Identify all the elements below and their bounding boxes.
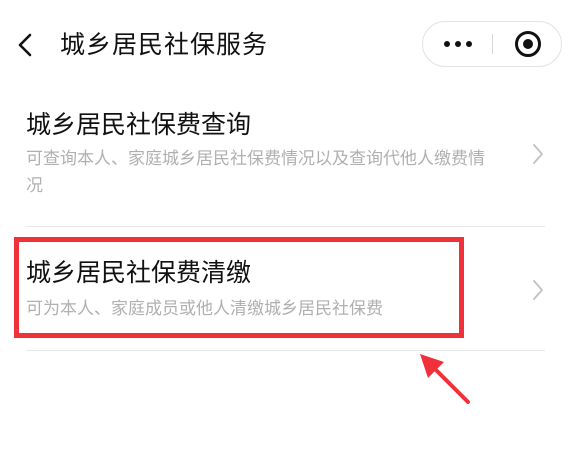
item-description: 可查询本人、家庭城乡居民社保费情况以及查询代他人缴费情况 — [26, 149, 485, 196]
target-circle-center — [523, 39, 533, 49]
chevron-right-icon — [531, 278, 545, 302]
arrow-annotation-icon — [420, 354, 470, 404]
more-dots-icon — [466, 41, 472, 47]
capsule-menu — [422, 21, 562, 67]
more-dots-icon — [444, 41, 450, 47]
more-dots-icon — [455, 41, 461, 47]
highlight-box — [14, 237, 464, 338]
chevron-right-icon — [531, 142, 545, 166]
list-divider — [26, 226, 545, 227]
page: 城乡居民社保服务 城乡居民社保费查询 可查询本人、家庭城乡居民社保费情况以及查询… — [0, 0, 579, 460]
item-title: 城乡居民社保费查询 — [26, 110, 252, 139]
chevron-left-icon — [18, 33, 32, 57]
list-item-query[interactable]: 城乡居民社保费查询 可查询本人、家庭城乡居民社保费情况以及查询代他人缴费情况 — [26, 108, 545, 208]
more-button[interactable] — [423, 22, 492, 66]
back-button[interactable] — [12, 26, 42, 66]
page-title: 城乡居民社保服务 — [60, 30, 269, 59]
close-button[interactable] — [493, 22, 562, 66]
nav-bar: 城乡居民社保服务 — [0, 0, 579, 90]
